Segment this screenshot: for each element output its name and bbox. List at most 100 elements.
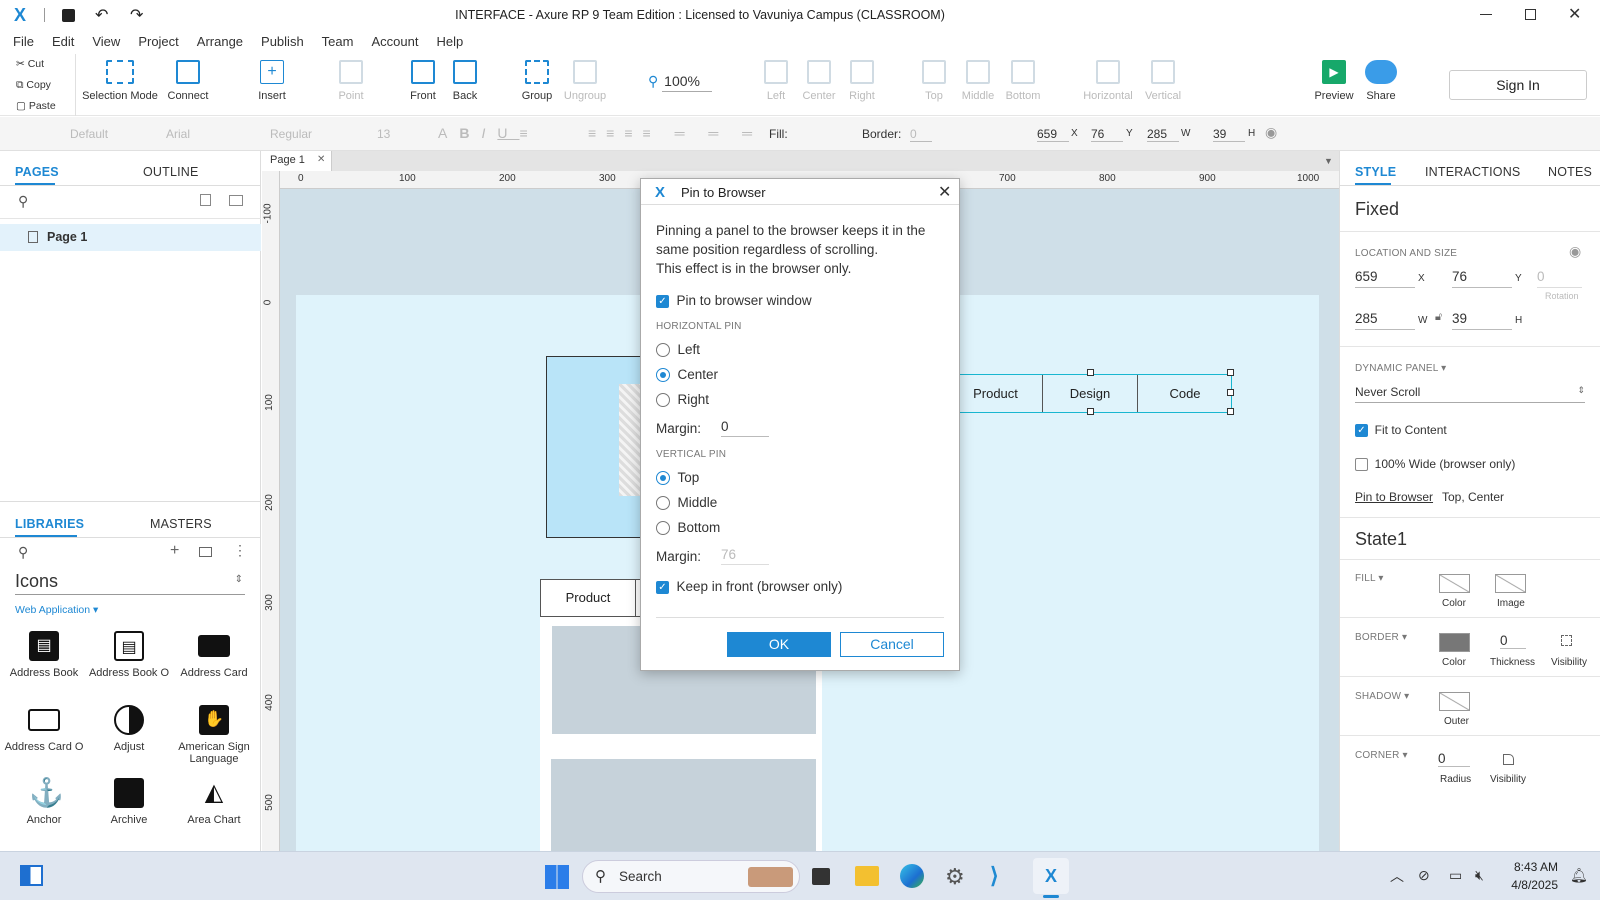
menu-arrange[interactable]: Arrange	[197, 30, 243, 54]
nav-product-button[interactable]: Product	[949, 375, 1043, 412]
lib-adjust[interactable]: Adjust	[85, 705, 173, 753]
lib-address-card[interactable]: Address Card	[170, 631, 258, 679]
rotation-input[interactable]: 0	[1537, 269, 1582, 288]
nav-code-button[interactable]: Code	[1138, 375, 1232, 412]
lib-archive[interactable]: Archive	[85, 778, 173, 826]
size-w-input[interactable]: 285	[1355, 311, 1415, 330]
h-field[interactable]: 39	[1213, 127, 1245, 142]
tab-notes[interactable]: NOTES	[1548, 165, 1592, 179]
lock-aspect-icon[interactable]: 🔓︎	[1435, 311, 1442, 324]
taskbar-search-box[interactable]: ⚲ Search	[582, 860, 800, 893]
corner-title[interactable]: CORNER ▾	[1355, 750, 1408, 761]
resize-handle[interactable]	[1087, 369, 1094, 376]
share-button[interactable]: Share	[1351, 60, 1411, 102]
v-margin-input[interactable]: 76	[721, 547, 769, 565]
start-icon[interactable]	[545, 865, 569, 889]
fit-content-checkbox[interactable]: ✓ Fit to Content	[1355, 423, 1447, 438]
add-folder-icon[interactable]	[229, 195, 243, 206]
task-view-icon[interactable]	[812, 868, 830, 885]
h-pin-right-radio[interactable]: Right	[656, 392, 709, 408]
sign-in-button[interactable]: Sign In	[1449, 70, 1587, 100]
corner-radius-input[interactable]: 0	[1438, 751, 1470, 767]
restore-icon[interactable]	[1525, 9, 1536, 20]
close-window-icon[interactable]: ✕	[1568, 4, 1581, 24]
tab-masters[interactable]: MASTERS	[150, 517, 212, 531]
border-visibility-icon[interactable]	[1561, 635, 1572, 646]
dialog-close-icon[interactable]: ✕	[938, 182, 951, 202]
menu-team[interactable]: Team	[322, 30, 354, 54]
pin-window-checkbox[interactable]: ✓ Pin to browser window	[656, 293, 812, 308]
visibility-toggle-icon[interactable]: ◉	[1569, 243, 1581, 260]
size-select[interactable]: 13	[377, 127, 390, 141]
library-search-icon[interactable]: ⚲	[18, 544, 28, 561]
border-thickness-field[interactable]: 0	[910, 127, 932, 142]
cancel-button[interactable]: Cancel	[840, 632, 944, 657]
selection-mode-button[interactable]: Selection Mode	[80, 60, 160, 102]
undo-icon[interactable]: ↶	[95, 5, 108, 25]
v-pin-bottom-radio[interactable]: Bottom	[656, 520, 720, 536]
settings-icon[interactable]: ⚙	[945, 864, 965, 890]
menu-publish[interactable]: Publish	[261, 30, 304, 54]
font-select[interactable]: Arial	[166, 127, 190, 141]
fill-color-swatch[interactable]	[1439, 574, 1470, 593]
add-library-icon[interactable]: +	[170, 542, 179, 560]
tab-style[interactable]: STYLE	[1355, 165, 1396, 179]
corner-visibility-icon[interactable]	[1503, 754, 1514, 765]
paste-button[interactable]: ▢ Paste	[16, 100, 56, 112]
ok-button[interactable]: OK	[727, 632, 831, 657]
widget-name[interactable]: Fixed	[1355, 199, 1399, 220]
pin-to-browser-link[interactable]: Pin to Browser	[1355, 490, 1433, 504]
location-y-input[interactable]: 76	[1452, 269, 1512, 288]
pages-search-icon[interactable]: ⚲	[18, 193, 28, 210]
category-label[interactable]: Web Application ▾	[15, 604, 98, 616]
library-more-icon[interactable]: ⋮	[233, 542, 247, 559]
tab-overflow-icon[interactable]: ▼	[1324, 156, 1333, 166]
clock-time[interactable]: 8:43 AM	[1500, 860, 1558, 874]
clock-date[interactable]: 4/8/2025	[1500, 878, 1558, 892]
axure-logo-icon[interactable]: X	[14, 6, 26, 24]
display-icon[interactable]: ▭	[1449, 867, 1462, 884]
minimize-icon[interactable]	[1480, 14, 1492, 15]
lib-area-chart[interactable]: ◭ Area Chart	[170, 778, 258, 826]
distribute-horizontal-button[interactable]: Horizontal	[1078, 60, 1138, 102]
lib-address-book-o[interactable]: ▤ Address Book O	[85, 631, 173, 679]
widgets-icon[interactable]	[20, 865, 43, 886]
menu-account[interactable]: Account	[371, 30, 418, 54]
distribute-vertical-button[interactable]: Vertical	[1133, 60, 1193, 102]
v-pin-top-radio[interactable]: Top	[656, 470, 699, 486]
tray-overflow-icon[interactable]: ︿	[1390, 866, 1404, 886]
vscode-icon[interactable]: ⟩	[990, 863, 999, 889]
h-pin-center-radio[interactable]: Center	[656, 367, 718, 383]
shadow-outer-swatch[interactable]	[1439, 692, 1470, 711]
zoom-control[interactable]: ⚲ 100%	[648, 73, 712, 92]
axure-taskbar-icon[interactable]: X	[1033, 858, 1069, 894]
size-h-input[interactable]: 39	[1452, 311, 1512, 330]
ungroup-button[interactable]: Ungroup	[555, 60, 615, 102]
weight-select[interactable]: Regular	[270, 127, 312, 141]
lib-address-card-o[interactable]: Address Card O	[0, 705, 88, 753]
location-x-input[interactable]: 659	[1355, 269, 1415, 288]
wide-checkbox[interactable]: 100% Wide (browser only)	[1355, 457, 1515, 472]
cut-button[interactable]: ✂ Cut	[16, 58, 44, 70]
y-field[interactable]: 76	[1091, 127, 1123, 142]
insert-button[interactable]: + Insert	[242, 60, 302, 102]
style-select[interactable]: Default	[70, 127, 108, 141]
v-pin-middle-radio[interactable]: Middle	[656, 495, 717, 511]
align-bottom-button[interactable]: Bottom	[993, 60, 1053, 102]
border-thickness-input[interactable]: 0	[1500, 633, 1526, 649]
scroll-select[interactable]: Never Scroll ⇕	[1355, 385, 1585, 403]
state-name[interactable]: State1	[1355, 529, 1407, 550]
volume-icon[interactable]: 🔇︎	[1475, 867, 1484, 884]
fill-image-swatch[interactable]	[1495, 574, 1526, 593]
lib-address-book[interactable]: ▤ Address Book	[0, 631, 88, 679]
menu-edit[interactable]: Edit	[52, 30, 74, 54]
save-icon[interactable]	[62, 9, 75, 22]
redo-icon[interactable]: ↷	[130, 5, 143, 25]
lib-anchor[interactable]: ⚓ Anchor	[0, 778, 88, 827]
w-field[interactable]: 285	[1147, 127, 1179, 142]
h-margin-input[interactable]: 0	[721, 419, 769, 437]
lower-product-button[interactable]: Product	[540, 579, 636, 617]
library-select[interactable]: Icons ⇕	[15, 571, 245, 595]
point-button[interactable]: Point	[321, 60, 381, 102]
h-pin-left-radio[interactable]: Left	[656, 342, 700, 358]
